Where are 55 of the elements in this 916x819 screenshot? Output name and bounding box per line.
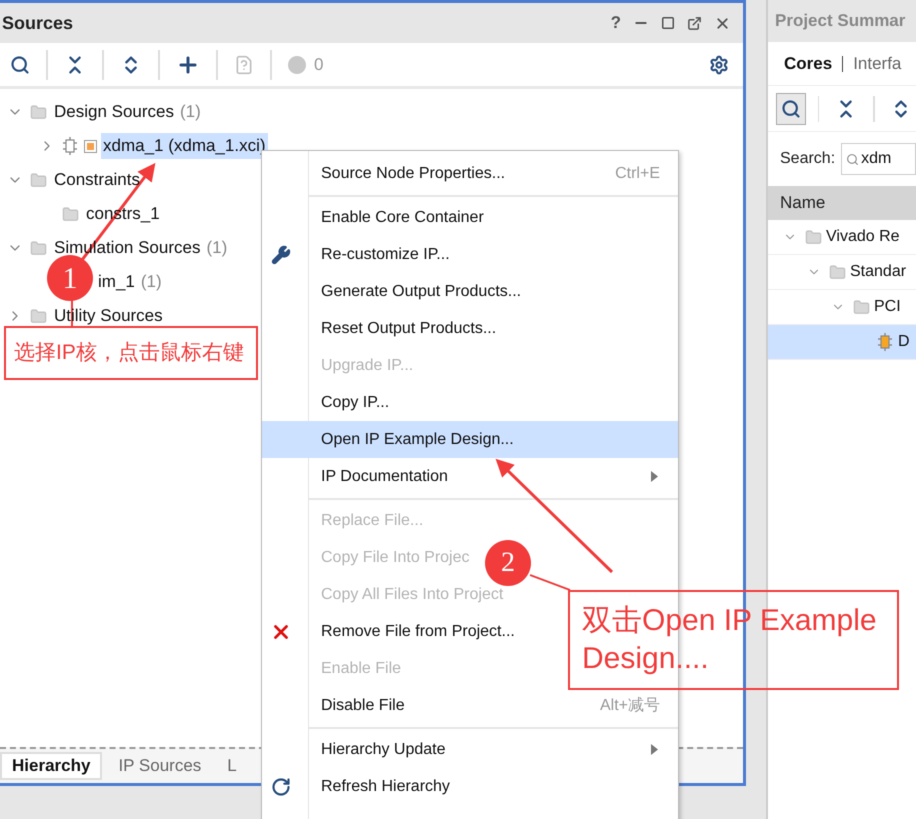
menu-item[interactable]: Hierarchy Update <box>262 731 678 768</box>
refresh-icon <box>270 776 290 796</box>
tree-item[interactable]: Constraints <box>52 167 142 193</box>
folder-icon <box>62 206 78 222</box>
search-icon[interactable] <box>780 98 801 118</box>
folder-icon <box>30 104 46 120</box>
ip-core-icon <box>62 137 78 155</box>
menu-item[interactable]: Enable Core Container <box>262 199 502 236</box>
panel-tab[interactable]: IP Sources <box>108 752 212 780</box>
menu-item[interactable]: IP Documentation <box>262 458 678 495</box>
catalog-item: Standar <box>850 262 906 282</box>
tree-item[interactable]: xdma_1 (xdma_1.xci) <box>101 133 268 159</box>
catalog-row[interactable]: Standar <box>768 255 916 290</box>
maximize-icon[interactable] <box>661 16 675 30</box>
float-icon[interactable] <box>687 16 702 30</box>
help-button[interactable]: ? <box>610 10 621 36</box>
tree-item[interactable]: Design Sources (1) <box>52 99 203 125</box>
settings-icon[interactable] <box>709 54 729 74</box>
tree-item[interactable]: im_1 (1) <box>96 269 164 295</box>
catalog-item: Vivado Re <box>826 227 900 247</box>
folder-icon <box>852 298 870 316</box>
folder-icon <box>828 264 846 280</box>
menu-item[interactable]: Remove File from Project... <box>262 613 533 650</box>
search-icon[interactable] <box>10 54 30 74</box>
catalog-row[interactable]: D <box>768 325 916 360</box>
panel-tab[interactable]: Interfa <box>853 50 902 76</box>
leader-line <box>530 574 570 591</box>
panel-tab[interactable]: Cores <box>784 50 832 76</box>
menu-item[interactable]: Reset Output Products... <box>262 310 514 347</box>
folder-icon <box>30 172 46 188</box>
menu-item[interactable]: Generate Output Products... <box>262 273 540 310</box>
panel-title: Project Summar <box>775 10 906 32</box>
menu-item[interactable]: Re-customize IP... <box>262 236 468 273</box>
folder-icon <box>30 308 46 324</box>
toolbar-button[interactable] <box>776 92 806 124</box>
menu-item[interactable]: Copy IP... <box>262 384 408 421</box>
panel-tab[interactable]: L <box>217 752 247 780</box>
panel-title: Sources <box>2 12 74 34</box>
menu-item[interactable]: Refresh Hierarchy <box>262 768 468 805</box>
search-label: Search: <box>780 149 836 169</box>
search-icon <box>846 152 860 166</box>
menu-item[interactable]: Disable File Alt+减号 <box>262 687 678 724</box>
search-field[interactable]: xdm <box>841 143 916 175</box>
annotation-callout: 选择IP核，点击鼠标右键 <box>4 326 258 380</box>
panel-tab[interactable]: Hierarchy <box>0 752 102 780</box>
folder-icon <box>30 240 46 256</box>
catalog-item: PCI <box>874 297 901 317</box>
catalog-row[interactable]: Vivado Re <box>768 220 916 255</box>
status-square-icon <box>84 140 97 152</box>
menu-item[interactable]: Open IP Example Design... <box>262 421 678 458</box>
ip-core-icon <box>877 333 893 351</box>
wrench-icon <box>270 244 290 264</box>
folder-icon <box>804 228 822 246</box>
message-count: 0 <box>314 54 324 76</box>
catalog-item: D <box>898 332 910 352</box>
